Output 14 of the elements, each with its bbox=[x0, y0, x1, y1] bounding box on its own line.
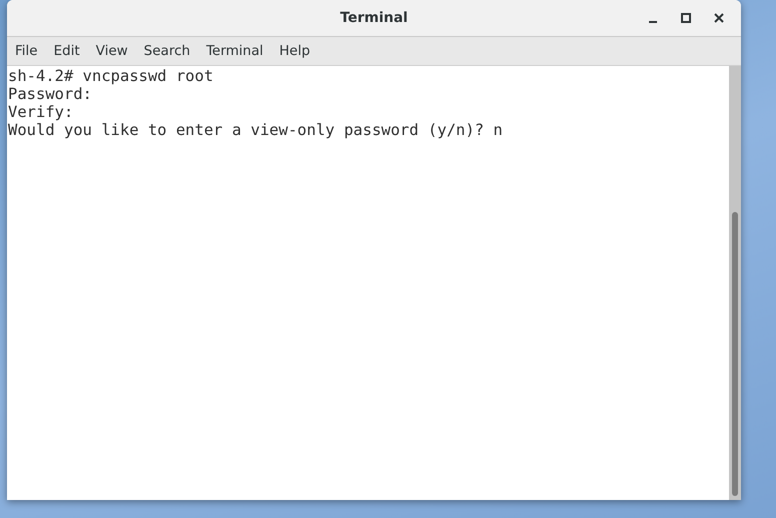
maximize-icon[interactable] bbox=[680, 12, 692, 24]
menu-item[interactable]: Terminal bbox=[206, 43, 272, 59]
terminal-line: Verify: bbox=[8, 103, 74, 121]
terminal-line: Would you like to enter a view-only password (y/n)? n bbox=[8, 121, 504, 139]
terminal-line: Password: bbox=[8, 85, 93, 103]
menu-item[interactable]: View bbox=[96, 43, 136, 59]
scrollbar-thumb[interactable] bbox=[732, 212, 738, 496]
terminal-line: sh-4.2# vncpasswd root bbox=[8, 67, 214, 85]
menu-item[interactable]: Search bbox=[144, 43, 198, 59]
menu-item[interactable]: File bbox=[15, 43, 46, 59]
close-icon[interactable] bbox=[713, 12, 725, 24]
menu-item[interactable]: Help bbox=[279, 43, 318, 59]
window-title: Terminal bbox=[340, 10, 408, 26]
menu-item[interactable]: Edit bbox=[54, 43, 88, 59]
